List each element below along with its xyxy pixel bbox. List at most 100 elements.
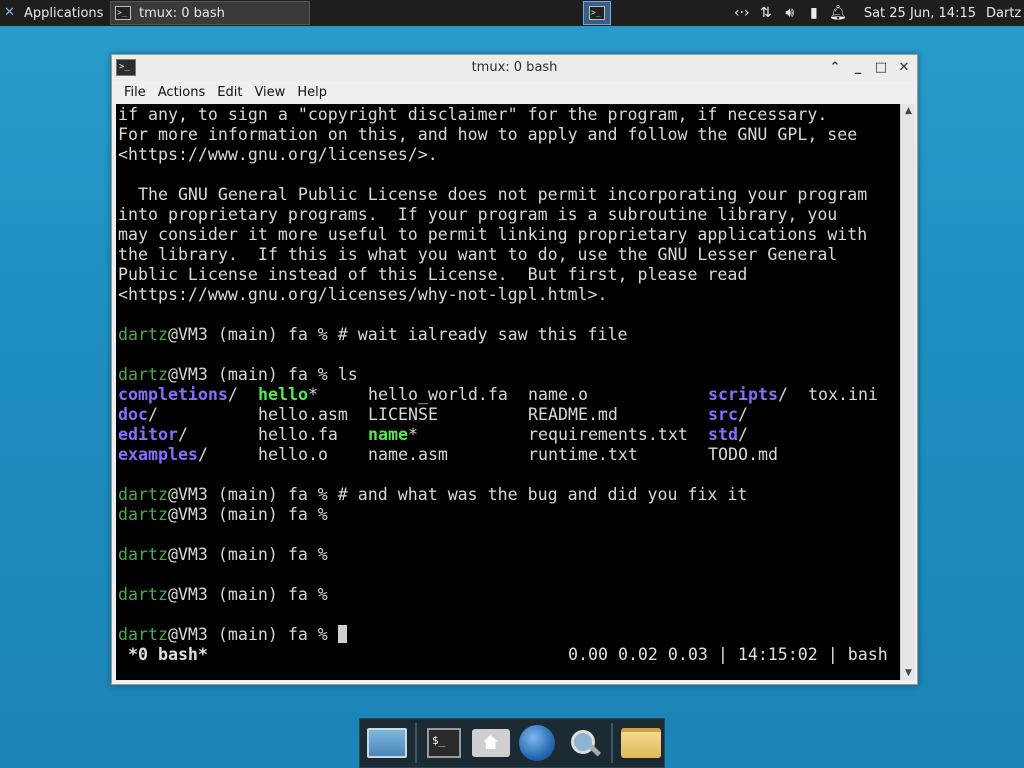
menu-help[interactable]: Help: [291, 85, 333, 100]
terminal-icon: >_: [589, 6, 605, 20]
scroll-down-arrow-icon[interactable]: ▼: [901, 666, 916, 680]
ls-entry-dir: editor/: [118, 425, 188, 444]
network-updown-icon[interactable]: ⇅: [754, 5, 778, 21]
terminal-window: >_ tmux: 0 bash ⌃ _ □ ✕ File Actions Edi…: [111, 54, 918, 685]
ls-entry-dir: std/: [708, 425, 748, 444]
ls-entry-dir: doc/: [118, 405, 158, 424]
ls-entry-file: hello.fa: [258, 425, 338, 444]
terminal-line: into proprietary programs. If your progr…: [118, 205, 838, 224]
applications-menu[interactable]: ✕ Applications: [0, 0, 108, 26]
top-panel: ✕ Applications >_ tmux: 0 bash >_ ‹·› ⇅ …: [0, 0, 1024, 26]
prompt-line: dartz@VM3 (main) fa % ls: [118, 365, 358, 385]
dock-folder[interactable]: [617, 719, 664, 767]
prompt-line: dartz@VM3 (main) fa % # wait ialready sa…: [118, 325, 628, 345]
magnifier-icon: [569, 728, 599, 758]
terminal-icon: >_: [115, 6, 131, 20]
prompt-host: @VM3 (main) fa %: [167, 485, 338, 504]
scroll-up-arrow-icon[interactable]: ▲: [901, 104, 916, 118]
ls-entry-dir: examples/: [118, 445, 208, 464]
text-cursor: [337, 625, 347, 643]
prompt-host: @VM3 (main) fa %: [167, 505, 338, 524]
shade-button[interactable]: ⌃: [826, 59, 844, 77]
prompt-host: @VM3 (main) fa %: [167, 365, 338, 384]
prompt-host: @VM3 (main) fa %: [167, 585, 338, 604]
prompt-line: dartz@VM3 (main) fa %: [118, 545, 338, 565]
prompt-host: @VM3 (main) fa %: [167, 325, 338, 344]
ls-entry-exe: name*: [368, 425, 418, 444]
ls-entry-file: TODO.md: [708, 445, 778, 464]
window-titlebar[interactable]: >_ tmux: 0 bash ⌃ _ □ ✕: [112, 55, 917, 81]
user-menu[interactable]: Dartz: [986, 6, 1024, 21]
terminal-icon: $_: [426, 728, 461, 758]
ls-entry-file: name.asm: [368, 445, 448, 464]
prompt-line-active[interactable]: dartz@VM3 (main) fa %: [118, 625, 347, 645]
network-arrows-icon[interactable]: ‹·›: [730, 5, 754, 21]
command-text: # and what was the bug and did you fix i…: [337, 485, 748, 504]
ls-entry-dir: completions/: [118, 385, 238, 404]
volume-icon[interactable]: 🔊︎: [778, 5, 802, 21]
command-text: ls: [337, 365, 358, 384]
menu-file[interactable]: File: [118, 85, 152, 100]
workspace-switcher[interactable]: >_: [583, 1, 611, 25]
window-title: tmux: 0 bash: [471, 60, 558, 75]
ls-entry-file: hello.o: [258, 445, 328, 464]
dock-home-folder[interactable]: [467, 719, 514, 767]
notification-bell-icon[interactable]: 🔔︎: [826, 5, 850, 21]
home-folder-icon: [471, 729, 510, 757]
folder-icon: [620, 728, 661, 758]
battery-icon[interactable]: ▮: [802, 5, 826, 21]
menu-bar: File Actions Edit View Help: [112, 81, 917, 103]
terminal-line: if any, to sign a "copyright disclaimer"…: [118, 105, 828, 124]
terminal-output[interactable]: if any, to sign a "copyright disclaimer"…: [116, 104, 900, 680]
menu-actions[interactable]: Actions: [152, 85, 212, 100]
prompt-line: dartz@VM3 (main) fa % # and what was the…: [118, 485, 747, 505]
menu-view[interactable]: View: [248, 85, 291, 100]
dock-show-desktop[interactable]: [364, 719, 411, 767]
scrollbar[interactable]: ▲ ▼: [900, 104, 915, 680]
system-tray: ‹·› ⇅ 🔊︎ ▮ 🔔︎ Sat 25 Jun, 14:15 Dartz: [730, 0, 1024, 26]
prompt-user: dartz: [118, 325, 168, 344]
terminal-line: the library. If this is what you want to…: [118, 245, 838, 264]
tmux-window-list[interactable]: *0 bash*: [118, 645, 208, 665]
prompt-line: dartz@VM3 (main) fa %: [118, 585, 338, 605]
minimize-button[interactable]: _: [849, 59, 867, 77]
clock[interactable]: Sat 25 Jun, 14:15: [864, 6, 976, 21]
ls-entry-file: README.md: [528, 405, 618, 424]
prompt-user: dartz: [118, 505, 168, 524]
dock-web-browser[interactable]: [514, 719, 561, 767]
dock: $_: [359, 718, 665, 768]
terminal-line: <https://www.gnu.org/licenses/>.: [118, 145, 438, 164]
xfce-logo-icon: ✕: [4, 5, 15, 20]
globe-icon: [519, 725, 556, 761]
applications-label: Applications: [24, 5, 104, 21]
prompt-line: dartz@VM3 (main) fa %: [118, 505, 338, 525]
dock-separator: [414, 723, 417, 763]
terminal-line: may consider it more useful to permit li…: [118, 225, 868, 244]
menu-edit[interactable]: Edit: [211, 85, 248, 100]
ls-entry-file: name.o: [528, 385, 588, 404]
close-button[interactable]: ✕: [895, 59, 913, 77]
ls-entry-file: tox.ini: [808, 385, 878, 404]
taskbar-item-tmux[interactable]: >_ tmux: 0 bash: [110, 1, 310, 25]
tmux-status-right: 0.00 0.02 0.03 | 14:15:02 | bash: [568, 645, 888, 664]
ls-entry-file: hello.asm: [258, 405, 348, 424]
desktop-icon: [367, 728, 408, 758]
terminal-line: <https://www.gnu.org/licenses/why-not-lg…: [118, 285, 608, 304]
ls-entry-file: hello_world.fa: [368, 385, 508, 404]
prompt-host: @VM3 (main) fa %: [167, 625, 338, 644]
terminal-line: The GNU General Public License does not …: [118, 185, 868, 204]
prompt-user: dartz: [118, 625, 168, 644]
dock-app-finder[interactable]: [561, 719, 608, 767]
ls-entry-exe: hello*: [258, 385, 318, 404]
taskbar-item-label: tmux: 0 bash: [139, 5, 225, 21]
prompt-user: dartz: [118, 585, 168, 604]
maximize-button[interactable]: □: [872, 59, 890, 77]
ls-entry-file: LICENSE: [368, 405, 438, 424]
command-text: # wait ialready saw this file: [337, 325, 628, 344]
ls-entry-file: requirements.txt: [528, 425, 688, 444]
terminal-line: Public License instead of this License. …: [118, 265, 748, 284]
terminal-line: For more information on this, and how to…: [118, 125, 858, 144]
prompt-user: dartz: [118, 545, 168, 564]
prompt-user: dartz: [118, 365, 168, 384]
dock-terminal[interactable]: $_: [421, 719, 468, 767]
